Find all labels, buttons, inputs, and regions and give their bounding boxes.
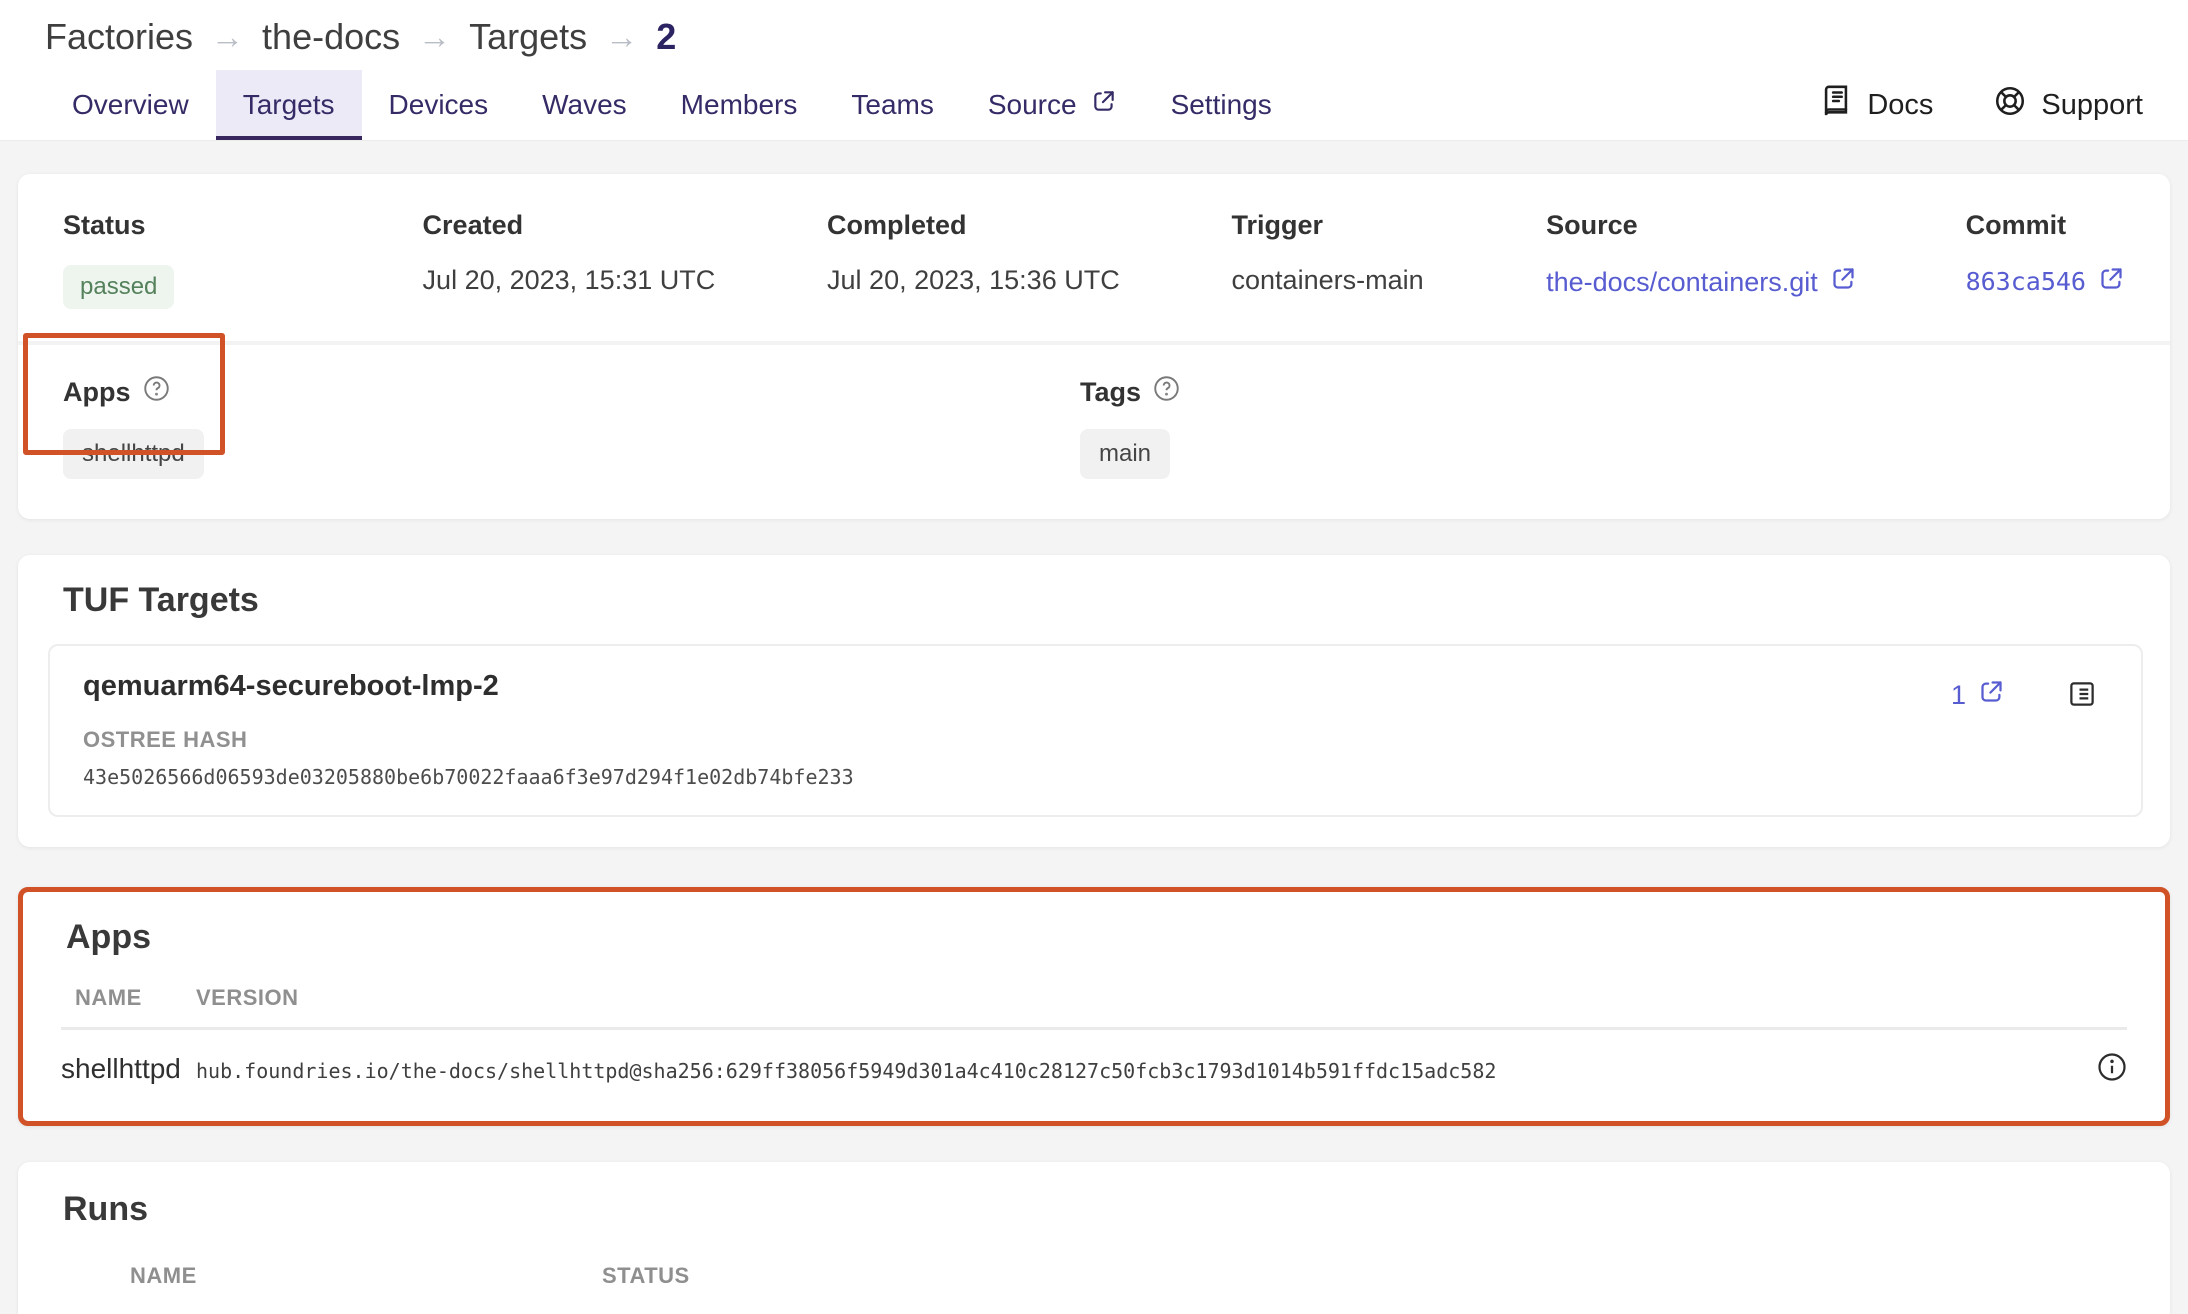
ostree-hash-value: 43e5026566d06593de03205880be6b70022faaa6…	[83, 765, 854, 789]
apps-tags-row: Apps shellhttpd Tags main	[18, 345, 2170, 519]
breadcrumb: Factories → the-docs → Targets → 2	[0, 0, 2188, 70]
completed-value: Jul 20, 2023, 15:36 UTC	[827, 265, 1231, 296]
help-icon[interactable]	[1153, 375, 1180, 409]
lifebuoy-icon	[1993, 84, 2027, 126]
tab-overview[interactable]: Overview	[45, 70, 216, 140]
page-content: Status passed Created Jul 20, 2023, 15:3…	[0, 174, 2188, 1314]
book-icon	[1819, 84, 1853, 126]
commit-label: Commit	[1966, 210, 2125, 241]
runs-card-title: Runs	[63, 1190, 2125, 1229]
tags-label: Tags	[1080, 377, 1141, 408]
apps-label: Apps	[63, 377, 131, 408]
runs-col-name: NAME	[130, 1263, 602, 1289]
breadcrumb-arrow-icon: →	[605, 18, 638, 56]
target-details-button[interactable]	[2067, 679, 2097, 712]
app-chip-shellhttpd[interactable]: shellhttpd	[63, 429, 204, 479]
tab-devices[interactable]: Devices	[362, 70, 516, 140]
tab-teams[interactable]: Teams	[824, 70, 960, 140]
tabs-nav: Overview Targets Devices Waves Members T…	[45, 70, 1299, 140]
status-badge: passed	[63, 265, 174, 309]
tag-chip-main[interactable]: main	[1080, 429, 1170, 479]
tab-bar: Overview Targets Devices Waves Members T…	[0, 70, 2188, 141]
source-label: Source	[1546, 210, 1965, 241]
apps-card: Apps NAME VERSION shellhttpd hub.foundri…	[18, 887, 2170, 1126]
apps-card-title: Apps	[66, 918, 2127, 957]
apps-table-header: NAME VERSION	[61, 985, 2127, 1011]
tab-source[interactable]: Source	[961, 70, 1144, 140]
tab-waves[interactable]: Waves	[515, 70, 654, 140]
breadcrumb-item-targets[interactable]: Targets	[469, 16, 587, 58]
app-name: shellhttpd	[61, 1053, 196, 1085]
tuf-targets-card: TUF Targets qemuarm64-secureboot-lmp-2 O…	[18, 555, 2170, 847]
trigger-value: containers-main	[1232, 265, 1547, 296]
breadcrumb-arrow-icon: →	[418, 18, 451, 56]
trigger-label: Trigger	[1232, 210, 1547, 241]
breadcrumb-item-factories[interactable]: Factories	[45, 16, 193, 58]
app-version: hub.foundries.io/the-docs/shellhttpd@sha…	[196, 1055, 1496, 1083]
info-icon	[2097, 1070, 2127, 1085]
header-actions: Docs Support	[1819, 70, 2143, 140]
tuf-targets-title: TUF Targets	[63, 581, 2143, 620]
status-label: Status	[63, 210, 423, 241]
tab-members[interactable]: Members	[654, 70, 825, 140]
breadcrumb-item-factory[interactable]: the-docs	[262, 16, 400, 58]
tuf-target-version-link[interactable]: 1	[1951, 678, 2005, 712]
app-table-row: shellhttpd hub.foundries.io/the-docs/she…	[61, 1030, 2127, 1099]
breadcrumb-current-target: 2	[656, 16, 676, 58]
runs-table-header: NAME STATUS	[63, 1263, 2125, 1289]
external-link-icon	[2098, 265, 2125, 298]
apps-col-name: NAME	[61, 985, 196, 1011]
runs-col-status: STATUS	[602, 1263, 690, 1289]
tuf-target-item: qemuarm64-secureboot-lmp-2 OSTREE HASH 4…	[48, 644, 2143, 817]
breadcrumb-arrow-icon: →	[211, 18, 244, 56]
tab-targets[interactable]: Targets	[216, 70, 362, 140]
completed-label: Completed	[827, 210, 1231, 241]
target-summary-card: Status passed Created Jul 20, 2023, 15:3…	[18, 174, 2170, 519]
docs-link[interactable]: Docs	[1819, 84, 1933, 126]
created-value: Jul 20, 2023, 15:31 UTC	[423, 265, 827, 296]
apps-col-version: VERSION	[196, 985, 299, 1011]
runs-card: Runs NAME STATUS + build-aarch64 passed …	[18, 1162, 2170, 1314]
support-link[interactable]: Support	[1993, 84, 2143, 126]
external-link-icon	[1091, 88, 1117, 121]
list-icon	[2067, 697, 2097, 712]
ostree-hash-label: OSTREE HASH	[83, 727, 854, 753]
help-icon[interactable]	[143, 375, 170, 409]
app-info-button[interactable]	[2097, 1052, 2127, 1085]
tuf-target-name: qemuarm64-secureboot-lmp-2	[83, 670, 854, 703]
source-repo-link[interactable]: the-docs/containers.git	[1546, 265, 1857, 299]
external-link-icon	[1830, 265, 1857, 299]
top-bar: Factories → the-docs → Targets → 2 Overv…	[0, 0, 2188, 141]
tab-settings[interactable]: Settings	[1144, 70, 1299, 140]
created-label: Created	[423, 210, 827, 241]
external-link-icon	[1978, 678, 2005, 712]
target-summary-row: Status passed Created Jul 20, 2023, 15:3…	[18, 174, 2170, 341]
commit-link[interactable]: 863ca546	[1966, 265, 2125, 298]
